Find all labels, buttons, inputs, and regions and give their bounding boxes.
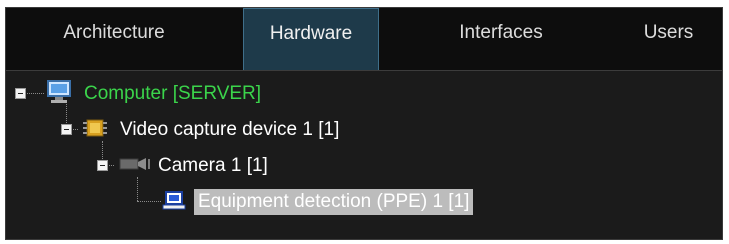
tab-interfaces[interactable]: Interfaces: [426, 8, 576, 70]
camera-icon: [119, 158, 150, 170]
tab-users[interactable]: Users: [616, 8, 721, 70]
monitor-icon: [47, 80, 71, 103]
tree-node-camera[interactable]: Camera 1 [1]: [158, 155, 268, 177]
collapse-toggle-camera[interactable]: [97, 160, 108, 171]
tree-node-video-capture[interactable]: Video capture device 1 [1]: [120, 119, 339, 141]
tree-connector: [137, 177, 138, 201]
hardware-panel: Architecture Hardware Interfaces Users C…: [5, 7, 723, 240]
tab-architecture[interactable]: Architecture: [14, 8, 214, 70]
collapse-toggle-computer[interactable]: [15, 88, 26, 99]
tree-node-computer[interactable]: Computer [SERVER]: [84, 83, 261, 105]
tab-hardware[interactable]: Hardware: [243, 8, 379, 70]
collapse-toggle-capture[interactable]: [61, 124, 72, 135]
tree-connector: [137, 201, 161, 202]
chip-icon: [83, 119, 107, 137]
tab-bar: Architecture Hardware Interfaces Users: [6, 8, 722, 71]
hardware-tree: Computer [SERVER] Video capture device 1…: [6, 71, 722, 239]
tree-node-equipment-detection[interactable]: Equipment detection (PPE) 1 [1]: [194, 189, 474, 215]
laptop-icon: [162, 191, 186, 210]
